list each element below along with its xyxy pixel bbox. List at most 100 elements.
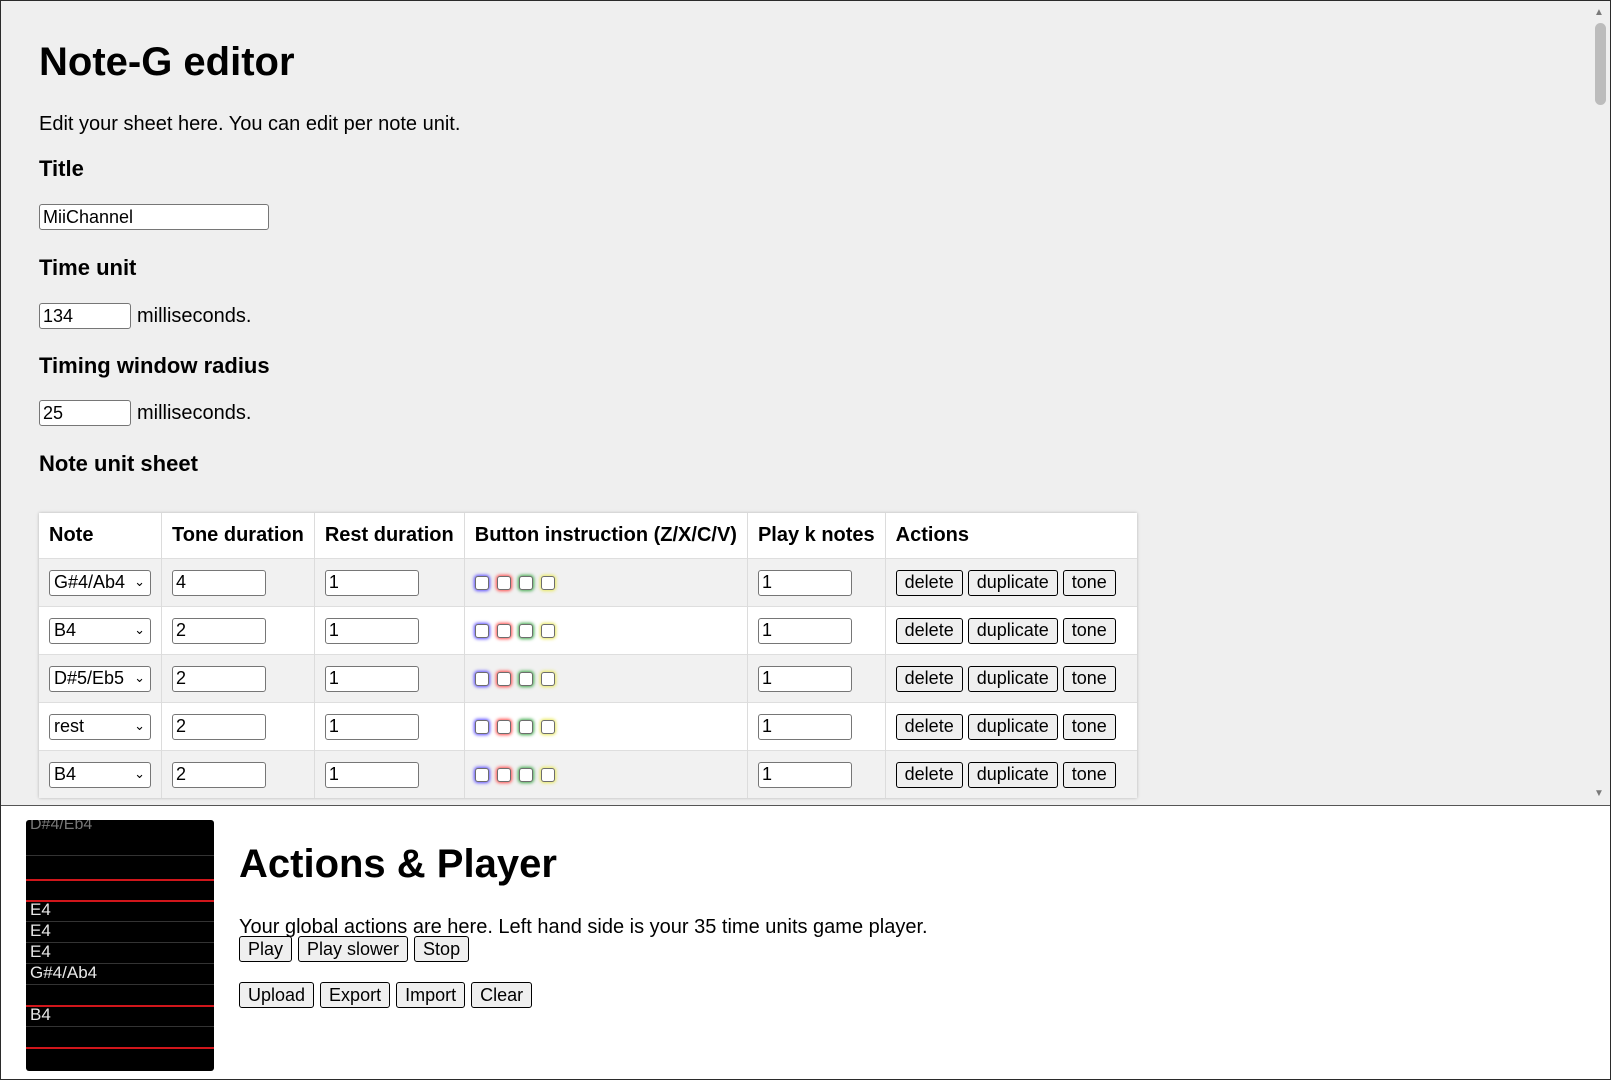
- delete-button[interactable]: delete: [895, 761, 963, 788]
- chevron-down-icon: ⌄: [134, 669, 145, 685]
- rest-duration-input[interactable]: [324, 665, 419, 692]
- button-instruction-group: [474, 623, 555, 638]
- scrollbar[interactable]: ▲ ▼: [1590, 1, 1610, 805]
- delete-button[interactable]: delete: [895, 665, 963, 692]
- clear-button[interactable]: Clear: [471, 982, 533, 1008]
- note-select[interactable]: D#5/Eb5 ⌄: [49, 665, 151, 692]
- play-k-notes-input[interactable]: [757, 713, 852, 740]
- play-k-notes-input[interactable]: [757, 761, 852, 788]
- button-instruction-checkbox-c[interactable]: [518, 623, 533, 638]
- button-instruction-checkbox-z[interactable]: [474, 671, 489, 686]
- rest-duration-input[interactable]: [324, 761, 419, 788]
- button-instruction-checkbox-v[interactable]: [540, 767, 555, 782]
- note-select[interactable]: rest ⌄: [49, 713, 151, 740]
- play-slower-button[interactable]: Play slower: [298, 936, 409, 962]
- tone-duration-input[interactable]: [172, 665, 266, 692]
- file-controls: Upload Export Import Clear: [239, 982, 533, 1008]
- button-instruction-checkbox-c[interactable]: [518, 671, 533, 686]
- tone-duration-cell: [161, 606, 315, 655]
- note-select[interactable]: G#4/Ab4 ⌄: [49, 569, 151, 596]
- export-button[interactable]: Export: [320, 982, 391, 1008]
- rest-duration-input[interactable]: [324, 569, 419, 596]
- button-instruction-checkbox-v[interactable]: [540, 719, 555, 734]
- button-instruction-checkbox-c[interactable]: [518, 719, 533, 734]
- button-instruction-checkbox-x[interactable]: [496, 767, 511, 782]
- delete-button[interactable]: delete: [895, 569, 963, 596]
- rest-duration-cell: [314, 702, 465, 751]
- scroll-down-arrow-icon[interactable]: ▼: [1594, 788, 1604, 799]
- play-k-notes-cell: [747, 558, 886, 607]
- time-unit-input[interactable]: [39, 303, 131, 329]
- tone-duration-input[interactable]: [172, 617, 266, 644]
- button-instruction-checkbox-v[interactable]: [540, 671, 555, 686]
- button-instruction-checkbox-v[interactable]: [540, 575, 555, 590]
- play-button[interactable]: Play: [239, 936, 293, 962]
- table-row: D#5/Eb5 ⌄ delete duplicate tone: [39, 654, 1137, 703]
- button-instruction-checkbox-x[interactable]: [496, 719, 511, 734]
- tone-button[interactable]: tone: [1062, 713, 1116, 740]
- import-button[interactable]: Import: [396, 982, 466, 1008]
- time-unit-suffix: milliseconds.: [137, 304, 252, 327]
- tone-button[interactable]: tone: [1062, 569, 1116, 596]
- button-instruction-checkbox-c[interactable]: [518, 575, 533, 590]
- button-instruction-checkbox-x[interactable]: [496, 623, 511, 638]
- col-actions: Actions: [895, 524, 969, 546]
- table-row: rest ⌄ delete duplicate tone: [39, 702, 1137, 751]
- game-player: D#4/Eb4 E4 E4 E4 G#4/Ab4 B4: [26, 820, 214, 1071]
- button-instruction-checkbox-c[interactable]: [518, 767, 533, 782]
- play-k-notes-input[interactable]: [757, 569, 852, 596]
- chevron-down-icon: ⌄: [134, 573, 145, 589]
- button-instruction-cell: [464, 654, 748, 703]
- play-k-notes-input[interactable]: [757, 665, 852, 692]
- scrollbar-thumb[interactable]: [1595, 23, 1606, 105]
- tone-duration-input[interactable]: [172, 713, 266, 740]
- tone-duration-input[interactable]: [172, 761, 266, 788]
- tone-button[interactable]: tone: [1062, 617, 1116, 644]
- rest-duration-cell: [314, 750, 465, 798]
- timing-window-input[interactable]: [39, 400, 131, 426]
- note-select-value: rest: [54, 716, 85, 736]
- player-note: E4: [30, 900, 51, 919]
- tone-duration-input[interactable]: [172, 569, 266, 596]
- upload-button[interactable]: Upload: [239, 982, 315, 1008]
- play-k-notes-cell: [747, 702, 886, 751]
- button-instruction-checkbox-z[interactable]: [474, 719, 489, 734]
- duplicate-button[interactable]: duplicate: [967, 617, 1058, 644]
- title-input[interactable]: [39, 204, 269, 230]
- button-instruction-checkbox-x[interactable]: [496, 575, 511, 590]
- button-instruction-checkbox-z[interactable]: [474, 767, 489, 782]
- button-instruction-checkbox-z[interactable]: [474, 623, 489, 638]
- timing-window-heading: Timing window radius: [39, 353, 270, 378]
- stop-button[interactable]: Stop: [414, 936, 470, 962]
- duplicate-button[interactable]: duplicate: [967, 569, 1058, 596]
- actions-cell: delete duplicate tone: [885, 654, 1137, 703]
- note-cell: B4 ⌄: [39, 606, 162, 655]
- note-select-value: D#5/Eb5: [54, 668, 125, 688]
- rest-duration-input[interactable]: [324, 713, 419, 740]
- play-k-notes-input[interactable]: [757, 617, 852, 644]
- scroll-up-arrow-icon[interactable]: ▲: [1594, 7, 1604, 18]
- col-rest-duration: Rest duration: [314, 513, 465, 559]
- lane-line: [26, 984, 214, 985]
- button-instruction-checkbox-z[interactable]: [474, 575, 489, 590]
- duplicate-button[interactable]: duplicate: [967, 713, 1058, 740]
- rest-duration-input[interactable]: [324, 617, 419, 644]
- button-instruction-checkbox-x[interactable]: [496, 671, 511, 686]
- button-instruction-checkbox-v[interactable]: [540, 623, 555, 638]
- row-actions: delete duplicate tone: [895, 713, 1116, 740]
- button-instruction-cell: [464, 606, 748, 655]
- tone-button[interactable]: tone: [1062, 761, 1116, 788]
- delete-button[interactable]: delete: [895, 713, 963, 740]
- tone-button[interactable]: tone: [1062, 665, 1116, 692]
- player-note: E4: [30, 942, 51, 961]
- duplicate-button[interactable]: duplicate: [967, 665, 1058, 692]
- timing-line: [26, 1047, 214, 1049]
- duplicate-button[interactable]: duplicate: [967, 761, 1058, 788]
- note-cell: B4 ⌄: [39, 750, 162, 798]
- note-select[interactable]: B4 ⌄: [49, 617, 151, 644]
- actions-player-pane: D#4/Eb4 E4 E4 E4 G#4/Ab4 B4 Actions & Pl…: [1, 805, 1610, 1079]
- delete-button[interactable]: delete: [895, 617, 963, 644]
- time-unit-row: milliseconds.: [39, 303, 251, 329]
- note-select[interactable]: B4 ⌄: [49, 761, 151, 788]
- note-cell: rest ⌄: [39, 702, 162, 751]
